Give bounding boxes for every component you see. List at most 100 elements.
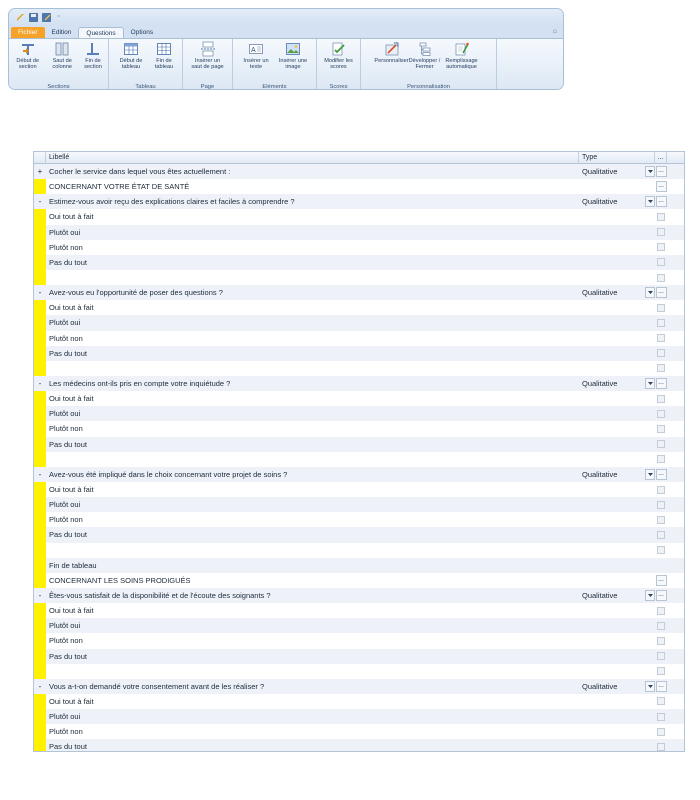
row-label[interactable]: Pas du tout xyxy=(46,346,579,361)
save-as-icon[interactable] xyxy=(41,13,51,23)
type-column-header[interactable]: Type xyxy=(579,152,655,163)
row-options-button[interactable]: ... xyxy=(655,287,667,299)
row-label[interactable]: Plutôt oui xyxy=(46,709,579,724)
action-column-header[interactable]: ... xyxy=(655,152,667,163)
row-label[interactable]: Pas du tout xyxy=(46,527,579,542)
row-options-button[interactable]: ... xyxy=(655,468,667,480)
row-checkbox[interactable] xyxy=(657,394,665,403)
row-label[interactable]: Plutôt oui xyxy=(46,406,579,421)
table-row[interactable]: Plutôt non xyxy=(34,421,684,437)
type-cell[interactable]: Qualitative xyxy=(579,588,655,603)
table-row[interactable]: Plutôt oui xyxy=(34,618,684,634)
row-label[interactable] xyxy=(46,452,579,467)
question-row[interactable]: - Êtes-vous satisfait de la disponibilité… xyxy=(34,587,684,604)
row-options-button[interactable]: ... xyxy=(655,166,667,178)
fin-de-tableau-button[interactable]: Fin de tableau xyxy=(150,41,178,71)
row-label[interactable] xyxy=(46,270,579,285)
table-row[interactable]: Pas du tout xyxy=(34,527,684,543)
row-label[interactable]: Oui tout à fait xyxy=(46,603,579,618)
row-label[interactable]: Vous a-t-on demandé votre consentement a… xyxy=(46,679,579,694)
row-checkbox[interactable] xyxy=(657,621,665,630)
row-options-button[interactable]: ... xyxy=(655,181,667,193)
collapse-icon[interactable]: - xyxy=(34,467,46,482)
label-column-header[interactable]: Libellé xyxy=(46,152,579,163)
row-checkbox[interactable] xyxy=(657,652,665,661)
row-label[interactable]: Plutôt non xyxy=(46,512,579,527)
table-row[interactable]: Plutôt oui xyxy=(34,224,684,240)
table-row[interactable] xyxy=(34,663,684,679)
type-dropdown-icon[interactable] xyxy=(645,166,655,177)
row-options-button[interactable]: ... xyxy=(655,680,667,692)
type-cell[interactable]: Qualitative xyxy=(579,679,655,694)
table-row[interactable] xyxy=(34,451,684,467)
collapse-icon[interactable]: - xyxy=(34,679,46,694)
row-label[interactable]: Plutôt non xyxy=(46,331,579,346)
modifier-les-scores-button[interactable]: Modifier les scores xyxy=(321,41,357,71)
table-row[interactable]: Pas du tout xyxy=(34,345,684,361)
row-label[interactable]: Pas du tout xyxy=(46,437,579,452)
question-row[interactable]: - Les médecins ont-ils pris en compte vot… xyxy=(34,375,684,392)
table-row[interactable]: Pas du tout xyxy=(34,254,684,270)
row-label[interactable]: Plutôt oui xyxy=(46,618,579,633)
row-label[interactable] xyxy=(46,664,579,679)
question-row[interactable]: - Avez-vous été impliqué dans le choix co… xyxy=(34,466,684,482)
row-label[interactable]: Êtes-vous satisfait de la disponibilité … xyxy=(46,588,579,603)
app-icon[interactable] xyxy=(15,13,25,23)
type-cell[interactable]: Qualitative xyxy=(579,164,655,179)
row-checkbox[interactable] xyxy=(657,364,665,373)
row-checkbox[interactable] xyxy=(657,349,665,358)
table-row[interactable]: Oui tout à fait xyxy=(34,300,684,316)
type-dropdown-icon[interactable] xyxy=(645,377,655,389)
row-options-button[interactable]: ... xyxy=(655,196,667,208)
row-checkbox[interactable] xyxy=(657,485,665,494)
row-label[interactable]: Plutôt oui xyxy=(46,315,579,330)
row-checkbox[interactable] xyxy=(657,636,665,645)
table-row[interactable]: Plutôt non xyxy=(34,239,684,255)
customize-toolbar-icon[interactable]: ⁼ xyxy=(57,14,61,22)
row-checkbox[interactable] xyxy=(657,228,665,237)
table-row[interactable]: Oui tout à fait xyxy=(34,481,684,498)
table-row[interactable]: Plutôt oui xyxy=(34,497,684,513)
table-row[interactable]: Plutôt oui xyxy=(34,406,684,422)
row-checkbox[interactable] xyxy=(657,440,665,449)
row-label[interactable]: Plutôt non xyxy=(46,421,579,436)
row-checkbox[interactable] xyxy=(657,727,665,736)
row-label[interactable]: Pas du tout xyxy=(46,739,579,751)
row-label[interactable]: Oui tout à fait xyxy=(46,391,579,406)
table-row[interactable]: Pas du tout xyxy=(34,436,684,452)
row-label[interactable]: CONCERNANT LES SOINS PRODIGUÉS xyxy=(46,573,579,588)
debut-de-tableau-button[interactable]: Début de tableau xyxy=(113,41,149,71)
row-label[interactable]: Pas du tout xyxy=(46,649,579,664)
row-checkbox[interactable] xyxy=(657,546,665,555)
row-label[interactable]: Plutôt non xyxy=(46,240,579,255)
row-label[interactable]: Oui tout à fait xyxy=(46,694,579,709)
row-checkbox[interactable] xyxy=(657,334,665,343)
fin-de-section-button[interactable]: Fin de section xyxy=(80,41,106,71)
row-checkbox[interactable] xyxy=(657,742,665,751)
row-label[interactable]: Plutôt oui xyxy=(46,225,579,240)
collapse-icon[interactable]: - xyxy=(34,285,46,300)
row-label[interactable]: Plutôt oui xyxy=(46,497,579,512)
row-checkbox[interactable] xyxy=(657,515,665,524)
row-label[interactable]: Avez-vous eu l'opportunité de poser des … xyxy=(46,285,579,300)
row-checkbox[interactable] xyxy=(657,424,665,433)
section-row[interactable]: CONCERNANT LES SOINS PRODIGUÉS... xyxy=(34,572,684,588)
type-dropdown-icon[interactable] xyxy=(645,680,655,692)
table-row[interactable]: Oui tout à fait xyxy=(34,391,684,407)
table-row[interactable]: Oui tout à fait xyxy=(34,603,684,619)
question-row[interactable]: - Vous a-t-on demandé votre consentement … xyxy=(34,678,684,694)
question-row[interactable]: - Avez-vous eu l'opportunité de poser des… xyxy=(34,285,684,301)
row-checkbox[interactable] xyxy=(657,530,665,539)
row-label[interactable]: Avez-vous été impliqué dans le choix con… xyxy=(46,467,579,482)
table-row[interactable]: Pas du tout xyxy=(34,648,684,664)
row-checkbox[interactable] xyxy=(657,318,665,327)
table-row[interactable] xyxy=(34,542,684,558)
row-checkbox[interactable] xyxy=(657,258,665,267)
row-checkbox[interactable] xyxy=(657,697,665,706)
row-label[interactable]: Oui tout à fait xyxy=(46,300,579,315)
question-row[interactable]: - Estimez-vous avoir reçu des explication… xyxy=(34,194,684,210)
collapse-icon[interactable]: - xyxy=(34,194,46,209)
row-label[interactable] xyxy=(46,543,579,558)
row-checkbox[interactable] xyxy=(657,303,665,312)
table-row[interactable]: Oui tout à fait xyxy=(34,693,684,710)
